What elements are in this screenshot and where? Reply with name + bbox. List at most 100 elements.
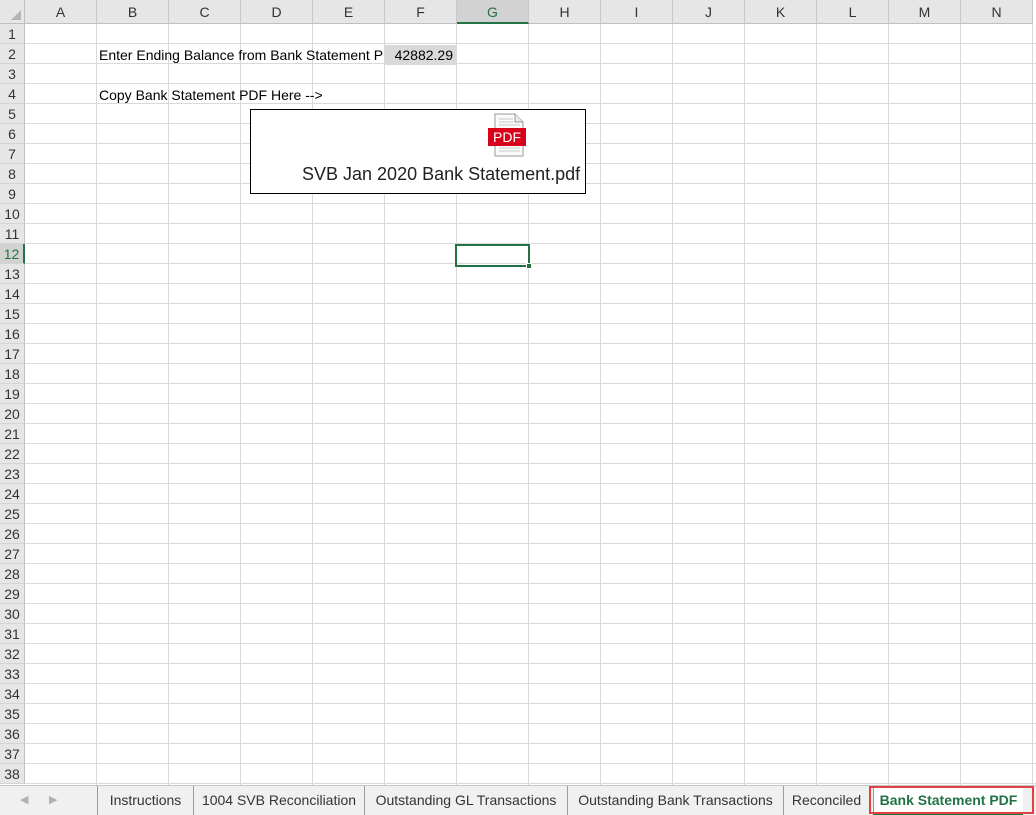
row-header-28[interactable]: 28: [0, 564, 25, 584]
column-header-d[interactable]: D: [241, 0, 313, 24]
row-header-32[interactable]: 32: [0, 644, 25, 664]
row-header-33[interactable]: 33: [0, 664, 25, 684]
row-gridline: [25, 643, 1036, 644]
column-header-n[interactable]: N: [961, 0, 1033, 24]
row-header-24[interactable]: 24: [0, 484, 25, 504]
sheet-tab-1004-svb-reconciliation[interactable]: 1004 SVB Reconciliation: [193, 786, 364, 815]
scroll-tabs-left-icon[interactable]: ◀: [20, 793, 28, 807]
row-gridline: [25, 683, 1036, 684]
row-header-18[interactable]: 18: [0, 364, 25, 384]
column-header-k[interactable]: K: [745, 0, 817, 24]
column-gridline: [888, 24, 889, 785]
column-header-e[interactable]: E: [313, 0, 385, 24]
column-header-m[interactable]: M: [889, 0, 961, 24]
row-header-19[interactable]: 19: [0, 384, 25, 404]
row-header-14[interactable]: 14: [0, 284, 25, 304]
column-gridline: [816, 24, 817, 785]
pdf-icon-label: PDF: [493, 129, 521, 145]
row-gridline: [25, 703, 1036, 704]
row-gridline: [25, 323, 1036, 324]
cell-b4-label[interactable]: Copy Bank Statement PDF Here -->: [99, 85, 429, 105]
column-header-a[interactable]: A: [25, 0, 97, 24]
row-gridline: [25, 743, 1036, 744]
column-header-b[interactable]: B: [97, 0, 169, 24]
sheet-tab-outstanding-gl-transactions[interactable]: Outstanding GL Transactions: [364, 786, 567, 815]
column-gridline: [1032, 24, 1033, 785]
row-gridline: [25, 503, 1036, 504]
row-header-12[interactable]: 12: [0, 244, 25, 264]
row-gridline: [25, 383, 1036, 384]
row-gridline: [25, 543, 1036, 544]
row-header-6[interactable]: 6: [0, 124, 25, 144]
row-gridline: [25, 203, 1036, 204]
row-header-9[interactable]: 9: [0, 184, 25, 204]
row-header-36[interactable]: 36: [0, 724, 25, 744]
column-gridline: [168, 24, 169, 785]
row-header-26[interactable]: 26: [0, 524, 25, 544]
column-header-c[interactable]: C: [169, 0, 241, 24]
row-gridline: [25, 583, 1036, 584]
column-header-f[interactable]: F: [385, 0, 457, 24]
row-gridline: [25, 663, 1036, 664]
scroll-tabs-right-icon[interactable]: ▶: [49, 793, 57, 807]
row-header-23[interactable]: 23: [0, 464, 25, 484]
row-header-15[interactable]: 15: [0, 304, 25, 324]
row-header-13[interactable]: 13: [0, 264, 25, 284]
row-header-16[interactable]: 16: [0, 324, 25, 344]
pdf-file-icon: PDF: [488, 113, 526, 157]
row-header-34[interactable]: 34: [0, 684, 25, 704]
row-header-20[interactable]: 20: [0, 404, 25, 424]
column-gridline: [744, 24, 745, 785]
select-all-triangle-icon: [11, 10, 21, 20]
row-header-2[interactable]: 2: [0, 44, 25, 64]
row-gridline: [25, 603, 1036, 604]
column-gridline: [672, 24, 673, 785]
row-header-29[interactable]: 29: [0, 584, 25, 604]
column-header-g[interactable]: G: [457, 0, 529, 24]
column-gridline: [960, 24, 961, 785]
row-header-25[interactable]: 25: [0, 504, 25, 524]
column-header-i[interactable]: I: [601, 0, 673, 24]
row-header-5[interactable]: 5: [0, 104, 25, 124]
sheet-tab-instructions[interactable]: Instructions: [97, 786, 193, 815]
row-header-35[interactable]: 35: [0, 704, 25, 724]
row-header-27[interactable]: 27: [0, 544, 25, 564]
select-all-corner[interactable]: [0, 0, 25, 24]
column-header-j[interactable]: J: [673, 0, 745, 24]
row-header-4[interactable]: 4: [0, 84, 25, 104]
spreadsheet-grid[interactable]: ABCDEFGHIJKLMN 1 2 3 4 5 6 7 8 9 10 11 12 13 14 15 16 17…: [0, 0, 1036, 785]
sheet-tab-outstanding-bank-transactions[interactable]: Outstanding Bank Transactions: [567, 786, 783, 815]
row-gridline: [25, 483, 1036, 484]
cell-f2-value[interactable]: 42882.29: [385, 45, 456, 65]
row-gridline: [25, 443, 1036, 444]
row-header-11[interactable]: 11: [0, 224, 25, 244]
row-header-31[interactable]: 31: [0, 624, 25, 644]
row-gridline: [25, 43, 1036, 44]
row-gridline: [25, 303, 1036, 304]
row-header-22[interactable]: 22: [0, 444, 25, 464]
row-gridline: [25, 423, 1036, 424]
fill-handle[interactable]: [526, 263, 532, 269]
active-cell-g12[interactable]: [455, 244, 532, 269]
row-header-7[interactable]: 7: [0, 144, 25, 164]
row-header-17[interactable]: 17: [0, 344, 25, 364]
row-gridline: [25, 243, 1036, 244]
row-gridline: [25, 363, 1036, 364]
cell-b2-label[interactable]: Enter Ending Balance from Bank Statement…: [99, 45, 383, 65]
sheet-tab-reconciled[interactable]: Reconciled: [783, 786, 869, 815]
row-header-38[interactable]: 38: [0, 764, 25, 784]
row-header-1[interactable]: 1: [0, 24, 25, 44]
row-header-8[interactable]: 8: [0, 164, 25, 184]
row-header-30[interactable]: 30: [0, 604, 25, 624]
column-header-h[interactable]: H: [529, 0, 601, 24]
column-gridline: [96, 24, 97, 785]
row-header-3[interactable]: 3: [0, 64, 25, 84]
row-header-37[interactable]: 37: [0, 744, 25, 764]
column-header-l[interactable]: L: [817, 0, 889, 24]
row-header-10[interactable]: 10: [0, 204, 25, 224]
row-gridline: [25, 283, 1036, 284]
row-gridline: [25, 343, 1036, 344]
embedded-pdf-object[interactable]: PDF SVB Jan 2020 Bank Statement.pdf (Cop…: [250, 109, 586, 194]
sheet-tab-bank-statement-pdf[interactable]: Bank Statement PDF: [873, 786, 1023, 815]
row-header-21[interactable]: 21: [0, 424, 25, 444]
